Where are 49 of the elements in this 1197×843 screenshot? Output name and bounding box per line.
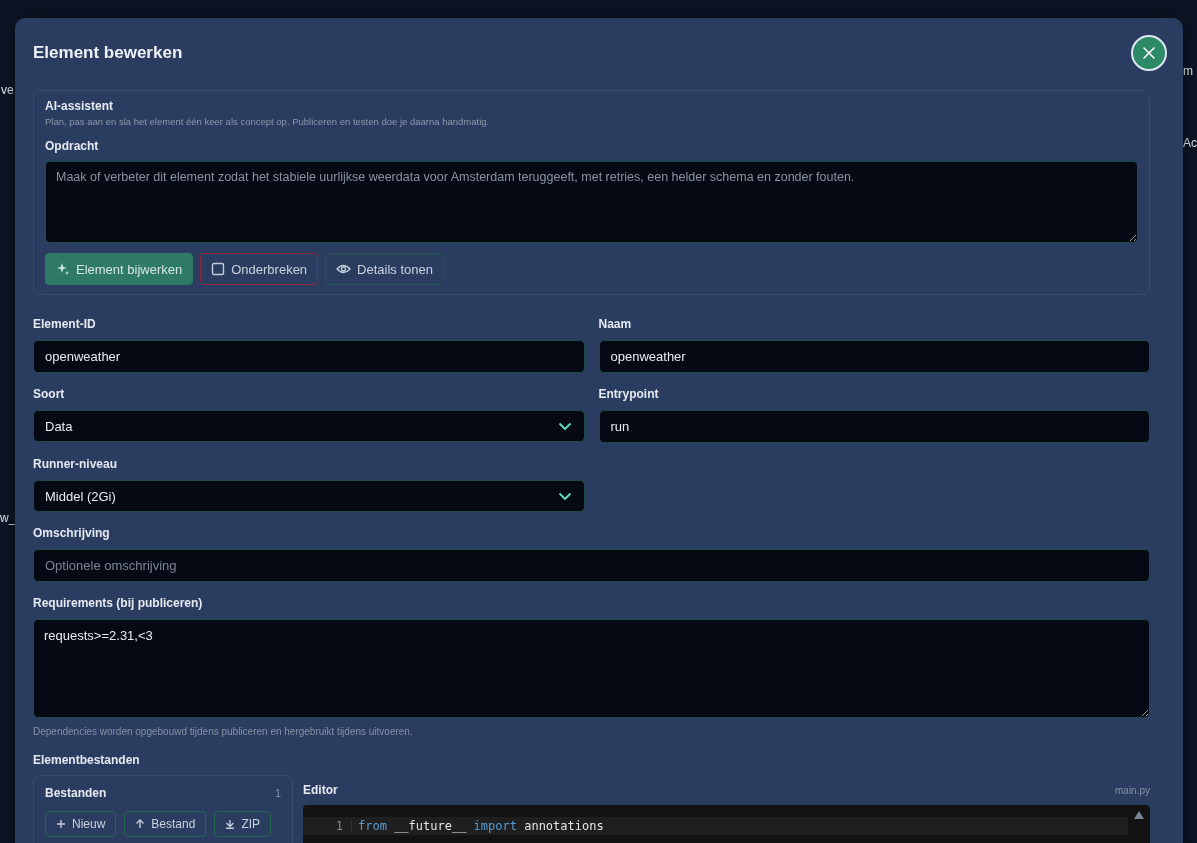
- code-line: from __future__ import annotations: [357, 819, 604, 833]
- background-text: w_: [0, 511, 15, 525]
- editor-label: Editor: [303, 783, 338, 797]
- input-field[interactable]: openweather: [33, 340, 585, 373]
- file-button[interactable]: ZIP: [214, 811, 272, 837]
- hint-text: Dependencies worden opgebouwd tijdens publiceren en hergebruikt tijdens uitvoeren.: [33, 726, 414, 737]
- chevron-down-icon: [557, 491, 572, 501]
- action-button[interactable]: Details tonen: [325, 253, 444, 285]
- file-button[interactable]: Bestand: [124, 811, 207, 837]
- panel-title: Bestanden: [45, 786, 107, 800]
- eye-icon: [336, 263, 352, 275]
- code-editor[interactable]: 1 from __future__ import annotations: [303, 805, 1150, 843]
- close-icon: [1142, 46, 1156, 60]
- sparkle-icon: [56, 262, 70, 276]
- field-label: Omschrijving: [33, 526, 111, 540]
- field-label: Requirements (bij publiceren): [33, 596, 204, 610]
- background-text: ve: [1, 83, 14, 97]
- background-text: m: [1183, 64, 1193, 78]
- section-title: Elementbestanden: [33, 753, 141, 767]
- download-icon: [225, 819, 236, 829]
- prompt-field[interactable]: Maak of verbeter dit element zodat het stabiele uurlijkse weerdata voor Amsterdam teruggeeft, met retries, een helder schema en zonder fouten.: [45, 161, 1138, 243]
- input-field[interactable]: openweather: [598, 340, 1150, 373]
- line-number: 1: [303, 819, 352, 833]
- file-name: main.py: [1115, 785, 1150, 796]
- field-label: Opdracht: [45, 139, 100, 153]
- close-button[interactable]: [1131, 35, 1167, 71]
- upload-icon: [135, 819, 146, 829]
- select-field[interactable]: Data: [33, 410, 585, 442]
- background-text: Ac: [1183, 136, 1197, 150]
- text-area[interactable]: requests>=2.31,<3: [33, 619, 1150, 718]
- action-button[interactable]: Element bijwerken: [45, 253, 194, 285]
- input-field[interactable]: run: [598, 410, 1150, 443]
- section-title: AI-assistent: [45, 99, 115, 113]
- field-label: Element-ID: [33, 317, 97, 331]
- scroll-up-icon[interactable]: [1134, 811, 1144, 819]
- input-field[interactable]: Optionele omschrijving: [33, 549, 1150, 582]
- section-subtitle: Plan, pas aan en sla het element één keer als concept op. Publiceren en testen doe je daarna handmatig.: [45, 116, 491, 127]
- field-label: Runner-niveau: [33, 457, 118, 471]
- file-button[interactable]: Nieuw: [45, 811, 117, 837]
- action-button[interactable]: Onderbreken: [200, 253, 319, 285]
- plus-icon: [56, 819, 66, 829]
- dialog-title: Element bewerken: [33, 43, 183, 63]
- field-label: Naam: [598, 317, 633, 331]
- select-field[interactable]: Middel (2Gi): [33, 480, 585, 512]
- file-count: 1: [274, 787, 281, 799]
- square-icon: [211, 262, 226, 276]
- chevron-down-icon: [557, 421, 572, 431]
- field-label: Soort: [33, 387, 66, 401]
- field-label: Entrypoint: [598, 387, 660, 401]
